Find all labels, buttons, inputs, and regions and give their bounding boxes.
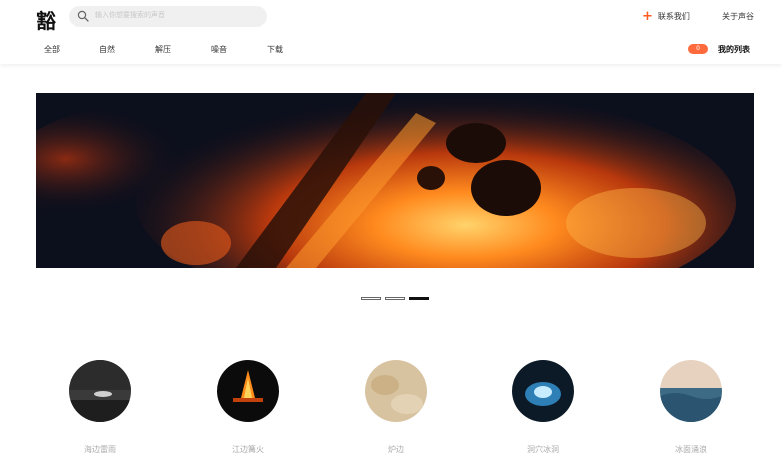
nav-tab-nature[interactable]: 自然: [99, 44, 115, 55]
category-card[interactable]: 江边篝火: [198, 360, 298, 455]
category-label: 炉边: [388, 445, 404, 454]
carousel-dot-active[interactable]: [409, 297, 429, 300]
nav-tab-noise[interactable]: 噪音: [211, 44, 227, 55]
category-card[interactable]: 炉边: [346, 360, 446, 455]
category-label: 洞穴冰洞: [527, 445, 559, 454]
carousel-dot[interactable]: [361, 297, 381, 300]
category-thumbnail[interactable]: [69, 360, 131, 422]
about-link[interactable]: 关于声谷: [722, 11, 754, 22]
nav-tab-relax[interactable]: 解压: [155, 44, 171, 55]
carousel-dot[interactable]: [385, 297, 405, 300]
category-thumbnail[interactable]: [512, 360, 574, 422]
search-input[interactable]: 输入你想要搜索的声音: [95, 10, 165, 20]
category-card[interactable]: 洞穴冰洞: [493, 360, 593, 455]
category-card[interactable]: 冰面涌浪: [641, 360, 741, 455]
my-list-link[interactable]: 我的列表: [718, 44, 750, 55]
category-label: 海边雷雨: [84, 445, 116, 454]
nav-tab-download[interactable]: 下载: [267, 44, 283, 55]
header: 豁 输入你想要搜索的声音 + 联系我们 关于声谷 全部 自然 解压 噪音 下载 …: [0, 0, 782, 64]
contact-label: 联系我们: [657, 12, 690, 21]
banner-image[interactable]: [36, 93, 754, 268]
category-card[interactable]: 海边雷雨: [50, 360, 150, 455]
contact-link[interactable]: + 联系我们: [642, 8, 690, 24]
search-bar[interactable]: 输入你想要搜索的声音: [69, 6, 267, 27]
category-thumbnail[interactable]: [365, 360, 427, 422]
nav-tab-all[interactable]: 全部: [44, 44, 60, 55]
campfire-image: [36, 93, 754, 268]
category-label: 冰面涌浪: [675, 445, 707, 454]
category-thumbnail[interactable]: [660, 360, 722, 422]
category-thumbnail[interactable]: [217, 360, 279, 422]
search-icon: [77, 10, 89, 22]
carousel-indicators: [361, 297, 429, 300]
category-label: 江边篝火: [232, 445, 264, 454]
plus-icon: +: [642, 8, 653, 24]
list-count-badge[interactable]: 0: [688, 44, 708, 54]
logo[interactable]: 豁: [36, 5, 56, 34]
